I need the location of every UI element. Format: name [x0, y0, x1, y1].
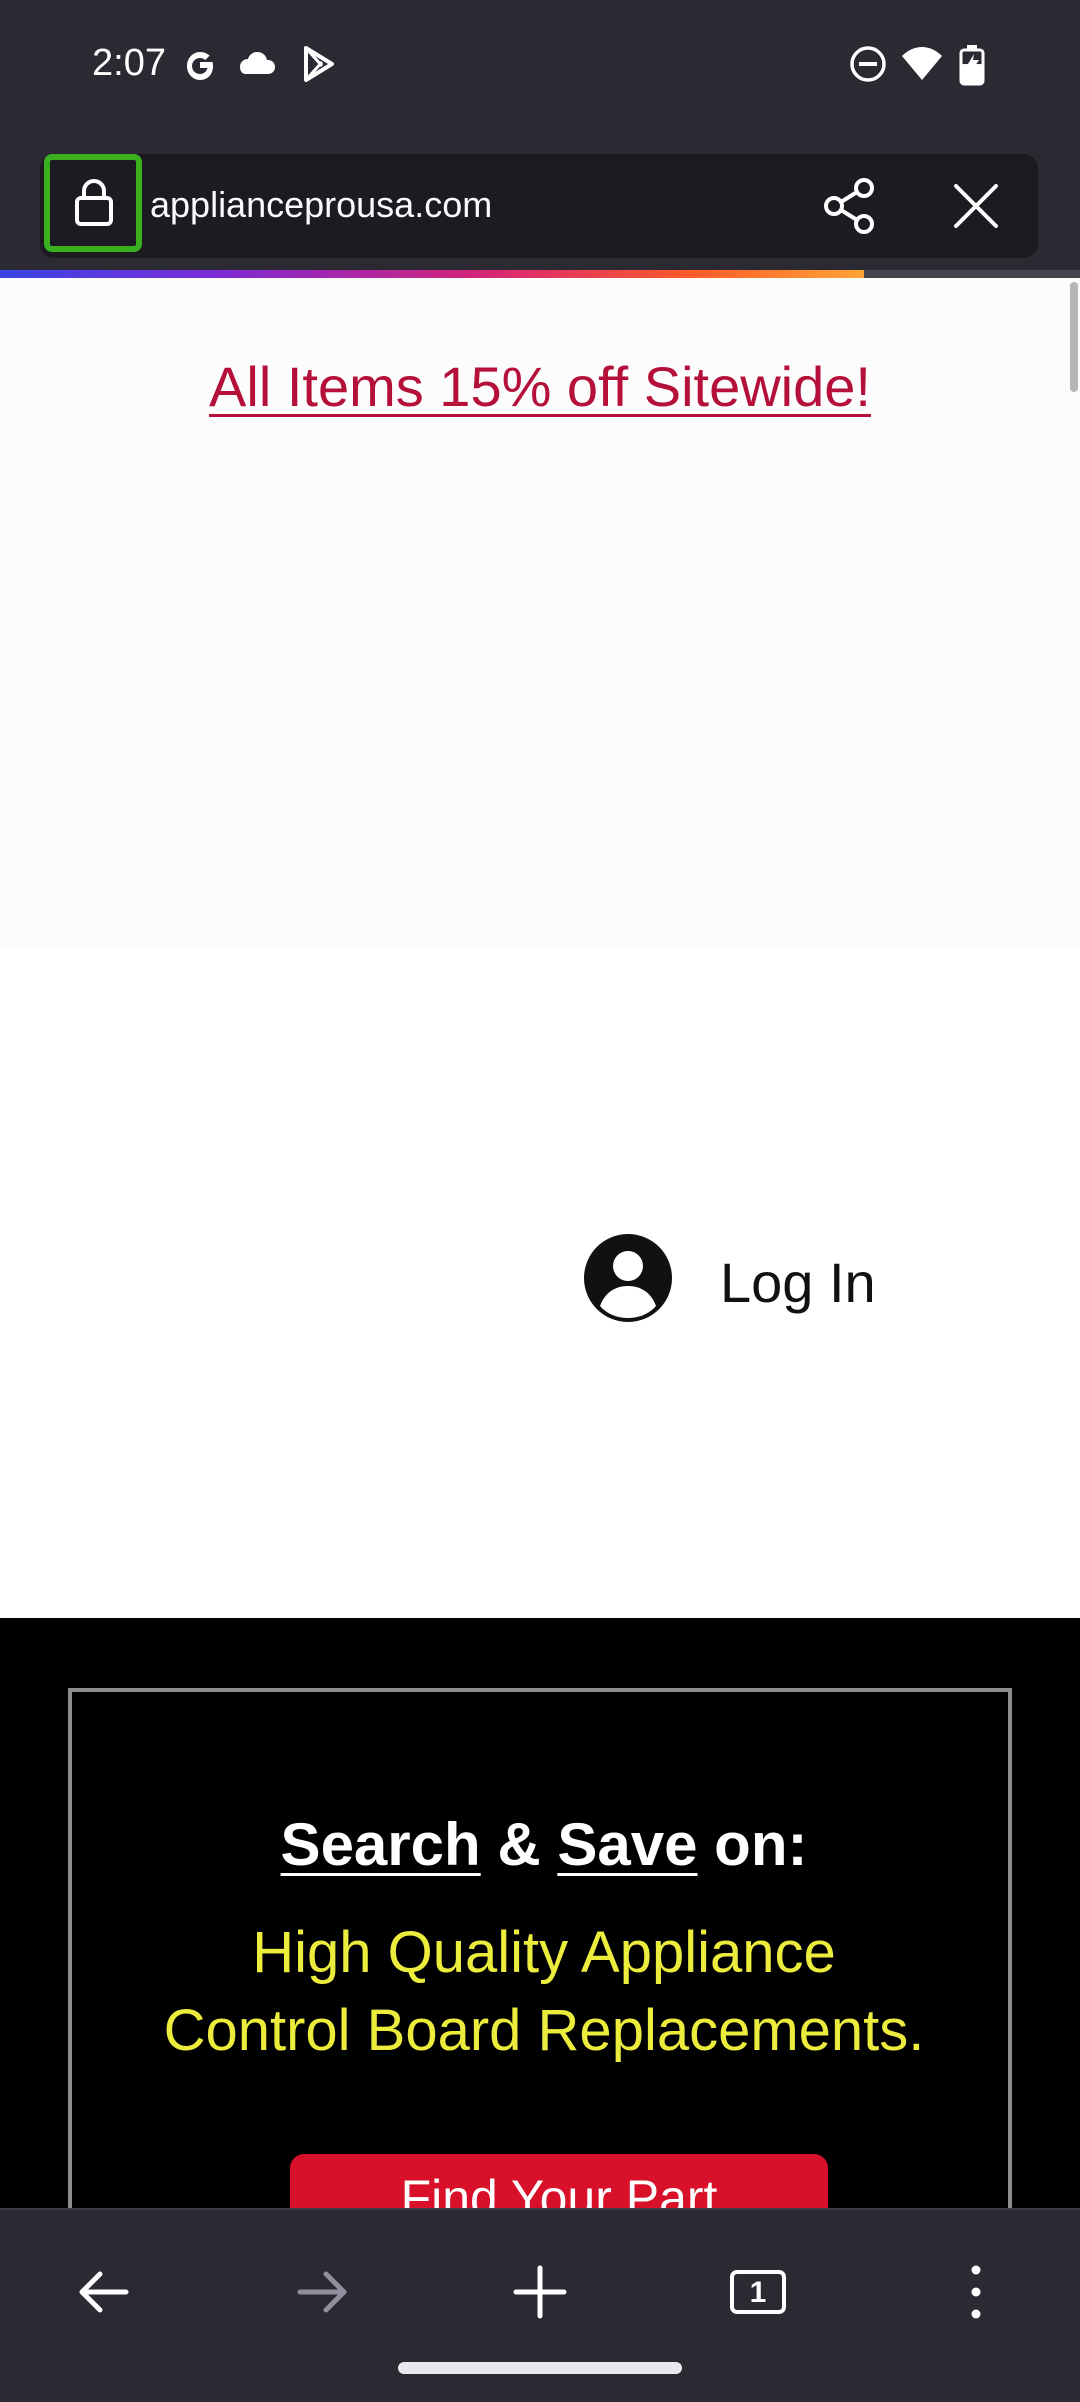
cloud-icon: [240, 52, 275, 74]
site-info-button[interactable]: [44, 154, 142, 252]
new-tab-icon[interactable]: [500, 2252, 580, 2332]
user-avatar-icon: [584, 1234, 672, 1322]
banner-subtitle-line1: High Quality Appliance: [252, 1920, 836, 1985]
url-toolbar: applianceprousa.com: [0, 140, 1080, 270]
banner-title-on: on:: [697, 1811, 808, 1878]
close-icon[interactable]: [948, 178, 1004, 234]
promo-section: All Items 15% off Sitewide!: [0, 278, 1080, 948]
home-indicator[interactable]: [398, 2362, 682, 2374]
page-load-progress-track: [864, 270, 1080, 278]
banner-title-search: Search: [280, 1811, 481, 1878]
banner-frame: Search & Save on: High Quality Appliance…: [68, 1688, 1012, 2208]
banner-subtitle: High Quality Appliance Control Board Rep…: [72, 1914, 1016, 2070]
find-your-part-button[interactable]: Find Your Part: [290, 2154, 828, 2208]
banner-title-save: Save: [557, 1811, 698, 1878]
forward-icon[interactable]: [282, 2252, 362, 2332]
status-bar: 2:07: [0, 0, 1080, 140]
battery-charging-icon: [959, 45, 985, 86]
login-button[interactable]: Log In: [582, 1232, 902, 1324]
banner-title-amp: &: [480, 1811, 558, 1878]
status-time: 2:07: [92, 42, 166, 84]
page-load-progress: [0, 270, 864, 278]
menu-icon[interactable]: [936, 2252, 1016, 2332]
url-text[interactable]: applianceprousa.com: [150, 184, 492, 226]
play-store-icon: [304, 46, 334, 82]
tabs-button[interactable]: 1: [718, 2252, 798, 2332]
promo-banner: Search & Save on: High Quality Appliance…: [0, 1618, 1080, 2208]
share-icon[interactable]: [820, 176, 880, 236]
lock-icon: [75, 179, 113, 226]
login-label: Log In: [720, 1251, 876, 1314]
back-icon[interactable]: [64, 2252, 144, 2332]
google-icon: [187, 52, 213, 80]
dnd-icon: [850, 46, 886, 82]
scrollbar[interactable]: [1070, 282, 1078, 392]
banner-title: Search & Save on:: [72, 1810, 1016, 1879]
tab-count: 1: [749, 2276, 767, 2309]
banner-subtitle-line2: Control Board Replacements.: [163, 1998, 925, 2063]
promo-link[interactable]: All Items 15% off Sitewide!: [0, 354, 1080, 419]
web-page: All Items 15% off Sitewide! Log In Searc…: [0, 278, 1080, 2208]
wifi-icon: [902, 47, 942, 80]
